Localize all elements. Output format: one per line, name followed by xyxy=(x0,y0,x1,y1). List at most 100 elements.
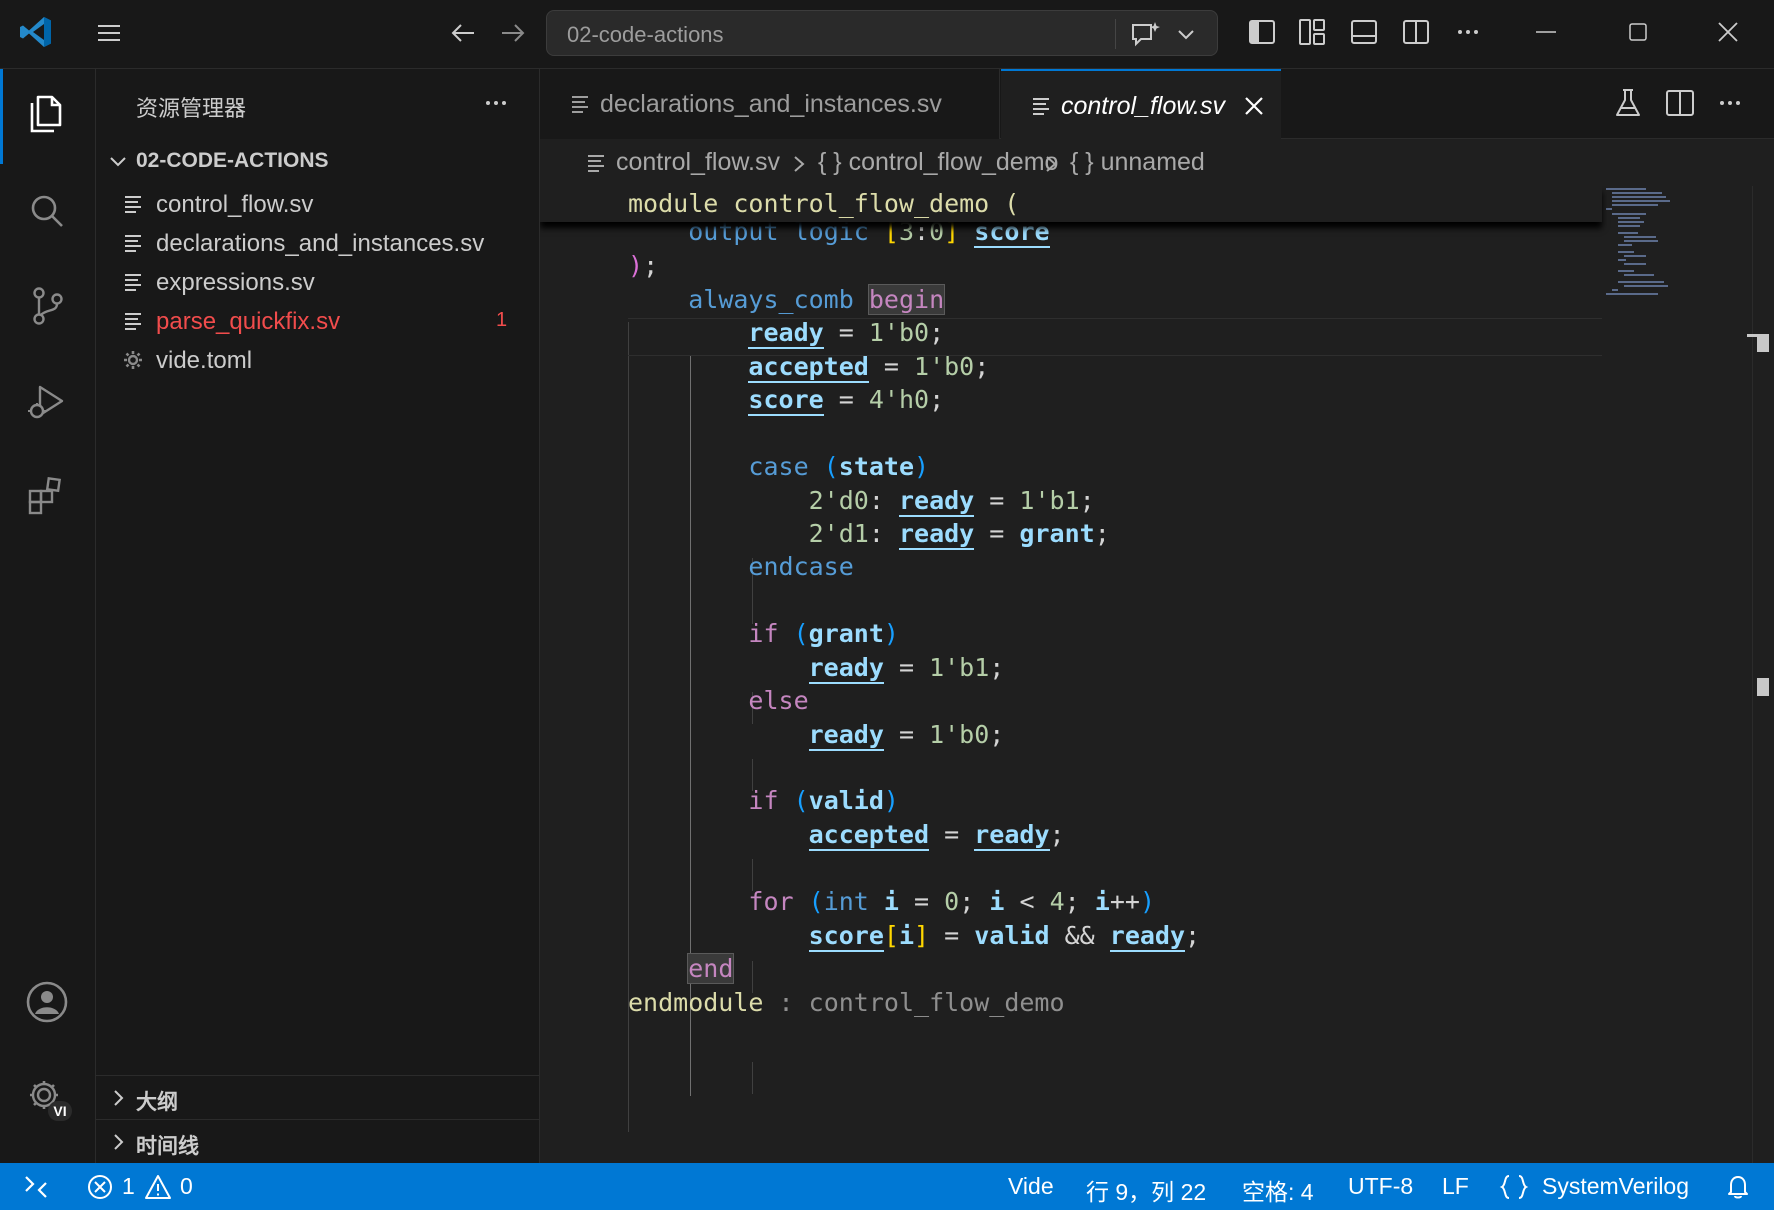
toggle-primary-sidebar-icon[interactable] xyxy=(1246,16,1278,48)
title-bar: 02-code-actions xyxy=(0,0,1774,69)
file-item-expressions[interactable]: expressions.sv xyxy=(96,261,540,303)
file-name: expressions.sv xyxy=(156,269,315,296)
folder-name: 02-CODE-ACTIONS xyxy=(136,149,329,172)
warning-icon[interactable] xyxy=(144,1173,172,1201)
close-window-icon[interactable] xyxy=(1712,16,1744,48)
vertical-scrollbar[interactable] xyxy=(1752,186,1774,1163)
bell-icon[interactable] xyxy=(1724,1173,1752,1201)
code-line: endmodule : control_flow_demo xyxy=(628,988,1065,1017)
code-line: accepted = 1'b0; xyxy=(748,352,990,383)
account-icon[interactable] xyxy=(22,977,72,1027)
flask-icon[interactable] xyxy=(1610,85,1646,121)
minimize-icon[interactable] xyxy=(1530,16,1562,48)
more-actions-icon[interactable] xyxy=(1712,85,1748,121)
extensions-icon[interactable] xyxy=(22,471,72,521)
minimap[interactable] xyxy=(1602,186,1752,306)
file-item-vide-toml[interactable]: vide.toml xyxy=(96,339,540,381)
run-and-debug-icon[interactable] xyxy=(22,377,72,427)
breadcrumb: control_flow.sv { } control_flow_demo { … xyxy=(540,140,1774,186)
scrollbar-marker xyxy=(1757,334,1769,352)
code-line: 2'd1: ready = grant; xyxy=(808,519,1110,550)
manage-gear-icon[interactable]: VI xyxy=(22,1073,72,1123)
editor-tabs: declarations_and_instances.sv control_fl… xyxy=(540,69,1774,139)
split-editor-icon[interactable] xyxy=(1662,85,1698,121)
timeline-section[interactable]: 时间线 xyxy=(96,1119,540,1163)
sidebar-title: 资源管理器 xyxy=(136,96,247,121)
chevron-right-icon xyxy=(1046,156,1057,172)
file-lines-icon xyxy=(572,96,588,113)
file-lines-icon xyxy=(125,313,141,330)
status-bar: 1 0 Vide 行 9，列 22 空格: 4 UTF-8 LF SystemV… xyxy=(0,1163,1774,1210)
error-count[interactable]: 1 xyxy=(122,1173,135,1200)
file-lines-icon xyxy=(125,274,141,291)
code-line: accepted = ready; xyxy=(808,820,1065,851)
cursor-position[interactable]: 行 9，列 22 xyxy=(1086,1173,1206,1207)
file-lines-icon xyxy=(1033,98,1049,115)
file-item-control-flow[interactable]: control_flow.sv xyxy=(96,183,540,225)
workspace-folder[interactable]: 02-CODE-ACTIONS xyxy=(96,141,540,181)
arrow-left-icon[interactable] xyxy=(448,18,478,48)
file-name: parse_quickfix.sv xyxy=(156,308,341,335)
activity-bar: VI xyxy=(0,69,96,1163)
toggle-panel-icon[interactable] xyxy=(1348,16,1380,48)
explorer-files-icon[interactable] xyxy=(22,89,72,139)
command-center-search[interactable]: 02-code-actions xyxy=(546,10,1218,56)
tab-label: declarations_and_instances.sv xyxy=(600,90,942,118)
extension-status[interactable]: Vide xyxy=(1008,1173,1054,1200)
braces-icon[interactable] xyxy=(1498,1173,1530,1201)
account-badge: VI xyxy=(53,1103,66,1119)
search-icon[interactable] xyxy=(22,187,72,237)
warning-count[interactable]: 0 xyxy=(180,1173,193,1200)
remote-icon[interactable] xyxy=(22,1173,50,1201)
close-icon[interactable] xyxy=(1241,93,1267,119)
end-of-line[interactable]: LF xyxy=(1442,1173,1469,1200)
code-line: end xyxy=(687,953,735,984)
file-name: control_flow.sv xyxy=(156,191,314,218)
more-actions-icon[interactable] xyxy=(480,87,512,119)
file-item-parse-quickfix[interactable]: parse_quickfix.sv 1 xyxy=(96,300,540,342)
encoding[interactable]: UTF-8 xyxy=(1348,1173,1413,1200)
indentation[interactable]: 空格: 4 xyxy=(1242,1173,1314,1207)
code-editor[interactable]: module control_flow_demo ( output logic … xyxy=(540,186,1774,1163)
breadcrumb-module[interactable]: { } control_flow_demo xyxy=(818,148,1058,177)
code-line: if (valid) xyxy=(748,786,899,815)
code-line: if (grant) xyxy=(748,619,899,648)
hamburger-menu-icon[interactable] xyxy=(94,18,124,48)
code-line: 2'd0: ready = 1'b1; xyxy=(808,486,1095,517)
active-indicator xyxy=(0,69,3,164)
code-line: ready = 1'b0; xyxy=(748,318,945,349)
code-line: module control_flow_demo ( xyxy=(628,186,1019,222)
chevron-right-icon xyxy=(794,156,805,172)
breadcrumb-block[interactable]: { } unnamed xyxy=(1070,148,1205,177)
source-control-icon[interactable] xyxy=(22,281,72,331)
tab-declarations[interactable]: declarations_and_instances.sv xyxy=(540,69,1000,139)
code-line: always_comb begin xyxy=(688,284,946,315)
more-actions-icon[interactable] xyxy=(1452,16,1484,48)
chevron-right-icon xyxy=(114,1134,124,1150)
sticky-scroll-header[interactable]: module control_flow_demo ( xyxy=(540,186,1602,222)
breadcrumb-file[interactable]: control_flow.sv xyxy=(616,148,780,177)
customize-layout-icon[interactable] xyxy=(1296,16,1328,48)
code-line: ); xyxy=(628,251,659,280)
file-name: declarations_and_instances.sv xyxy=(156,230,485,257)
language-mode[interactable]: SystemVerilog xyxy=(1542,1173,1689,1200)
chevron-down-icon[interactable] xyxy=(1173,21,1199,47)
section-title: 大纲 xyxy=(136,1091,178,1114)
gear-icon xyxy=(124,351,142,369)
file-lines-icon xyxy=(588,155,604,172)
vscode-logo-icon[interactable] xyxy=(18,14,54,50)
tab-control-flow[interactable]: control_flow.sv xyxy=(1001,69,1281,139)
toggle-secondary-sidebar-icon[interactable] xyxy=(1400,16,1432,48)
copilot-chat-icon[interactable] xyxy=(1129,19,1163,49)
arrow-right-icon[interactable] xyxy=(498,18,528,48)
outline-section[interactable]: 大纲 xyxy=(96,1075,540,1119)
error-icon[interactable] xyxy=(86,1173,114,1201)
code-line: else xyxy=(748,686,809,715)
code-line: ready = 1'b1; xyxy=(808,653,1005,684)
tab-label: control_flow.sv xyxy=(1061,92,1225,120)
file-item-declarations[interactable]: declarations_and_instances.sv xyxy=(96,222,540,264)
sticky-text: module control_flow_demo ( xyxy=(628,189,1020,218)
maximize-icon[interactable] xyxy=(1622,16,1654,48)
divider xyxy=(1115,19,1116,49)
code-line: score[i] = valid && ready; xyxy=(808,921,1201,952)
